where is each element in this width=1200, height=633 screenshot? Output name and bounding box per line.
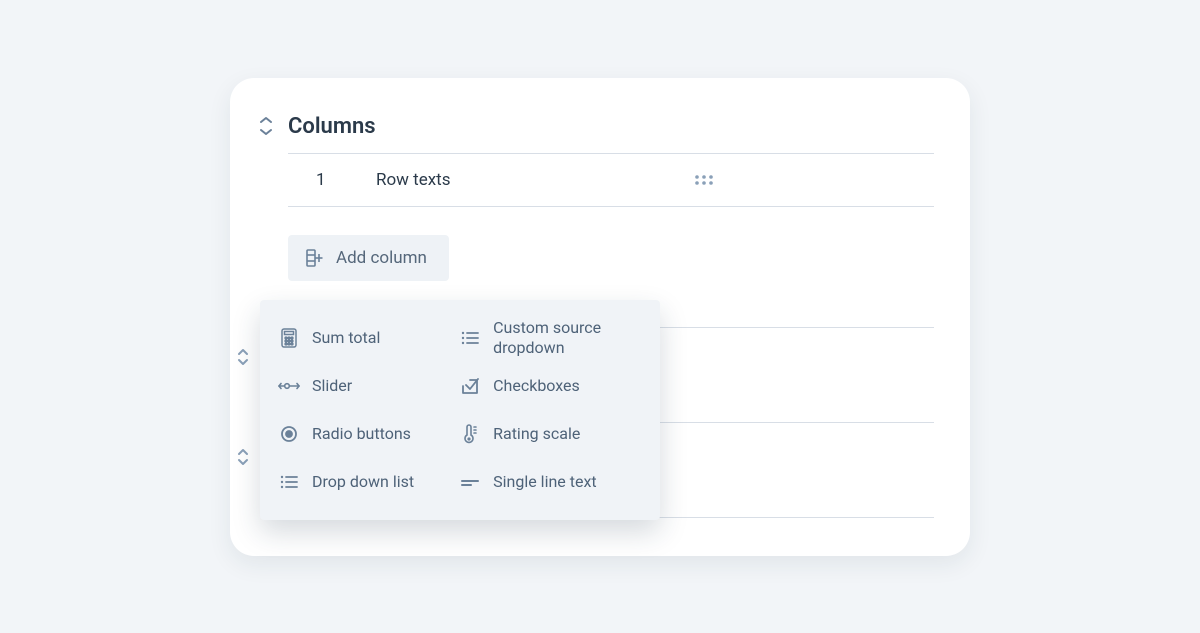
calculator-icon bbox=[278, 328, 300, 348]
menu-item-drop-down-list[interactable]: Drop down list bbox=[268, 458, 449, 506]
reorder-handle-icon[interactable] bbox=[236, 348, 250, 366]
list-icon bbox=[278, 474, 300, 490]
menu-item-slider[interactable]: Slider bbox=[268, 362, 449, 410]
menu-item-label: Checkboxes bbox=[493, 376, 580, 395]
slider-icon bbox=[278, 381, 300, 391]
reorder-handle-icon[interactable] bbox=[236, 448, 250, 466]
column-row[interactable]: 1 Row texts bbox=[288, 153, 934, 207]
menu-item-label: Rating scale bbox=[493, 424, 580, 443]
add-column-button[interactable]: Add column bbox=[288, 235, 449, 281]
add-column-label: Add column bbox=[336, 248, 427, 268]
columns-panel: Columns 1 Row texts Add column bbox=[230, 78, 970, 556]
menu-item-sum-total[interactable]: Sum total bbox=[268, 314, 449, 362]
list-icon bbox=[459, 330, 481, 346]
thermometer-icon bbox=[459, 424, 481, 444]
menu-item-label: Custom source dropdown bbox=[493, 318, 644, 356]
menu-item-label: Sum total bbox=[312, 328, 380, 347]
add-column-icon bbox=[306, 249, 324, 267]
menu-item-single-line-text[interactable]: Single line text bbox=[449, 458, 652, 506]
row-label: Row texts bbox=[376, 170, 451, 190]
drag-handle-icon[interactable] bbox=[694, 174, 714, 186]
menu-item-label: Radio buttons bbox=[312, 424, 411, 443]
checkbox-icon bbox=[459, 377, 481, 395]
collapse-icon[interactable] bbox=[258, 116, 274, 136]
menu-item-checkboxes[interactable]: Checkboxes bbox=[449, 362, 652, 410]
radio-icon bbox=[278, 425, 300, 443]
menu-item-custom-source-dropdown[interactable]: Custom source dropdown bbox=[449, 314, 652, 362]
menu-item-label: Slider bbox=[312, 376, 352, 395]
text-line-icon bbox=[459, 477, 481, 487]
section-header: Columns bbox=[258, 114, 934, 139]
section-title: Columns bbox=[288, 114, 376, 139]
row-number: 1 bbox=[316, 170, 356, 190]
column-type-menu: Sum total Custom source dropdown bbox=[260, 300, 660, 520]
menu-item-label: Single line text bbox=[493, 472, 597, 491]
menu-item-radio-buttons[interactable]: Radio buttons bbox=[268, 410, 449, 458]
menu-item-label: Drop down list bbox=[312, 472, 414, 491]
menu-item-rating-scale[interactable]: Rating scale bbox=[449, 410, 652, 458]
